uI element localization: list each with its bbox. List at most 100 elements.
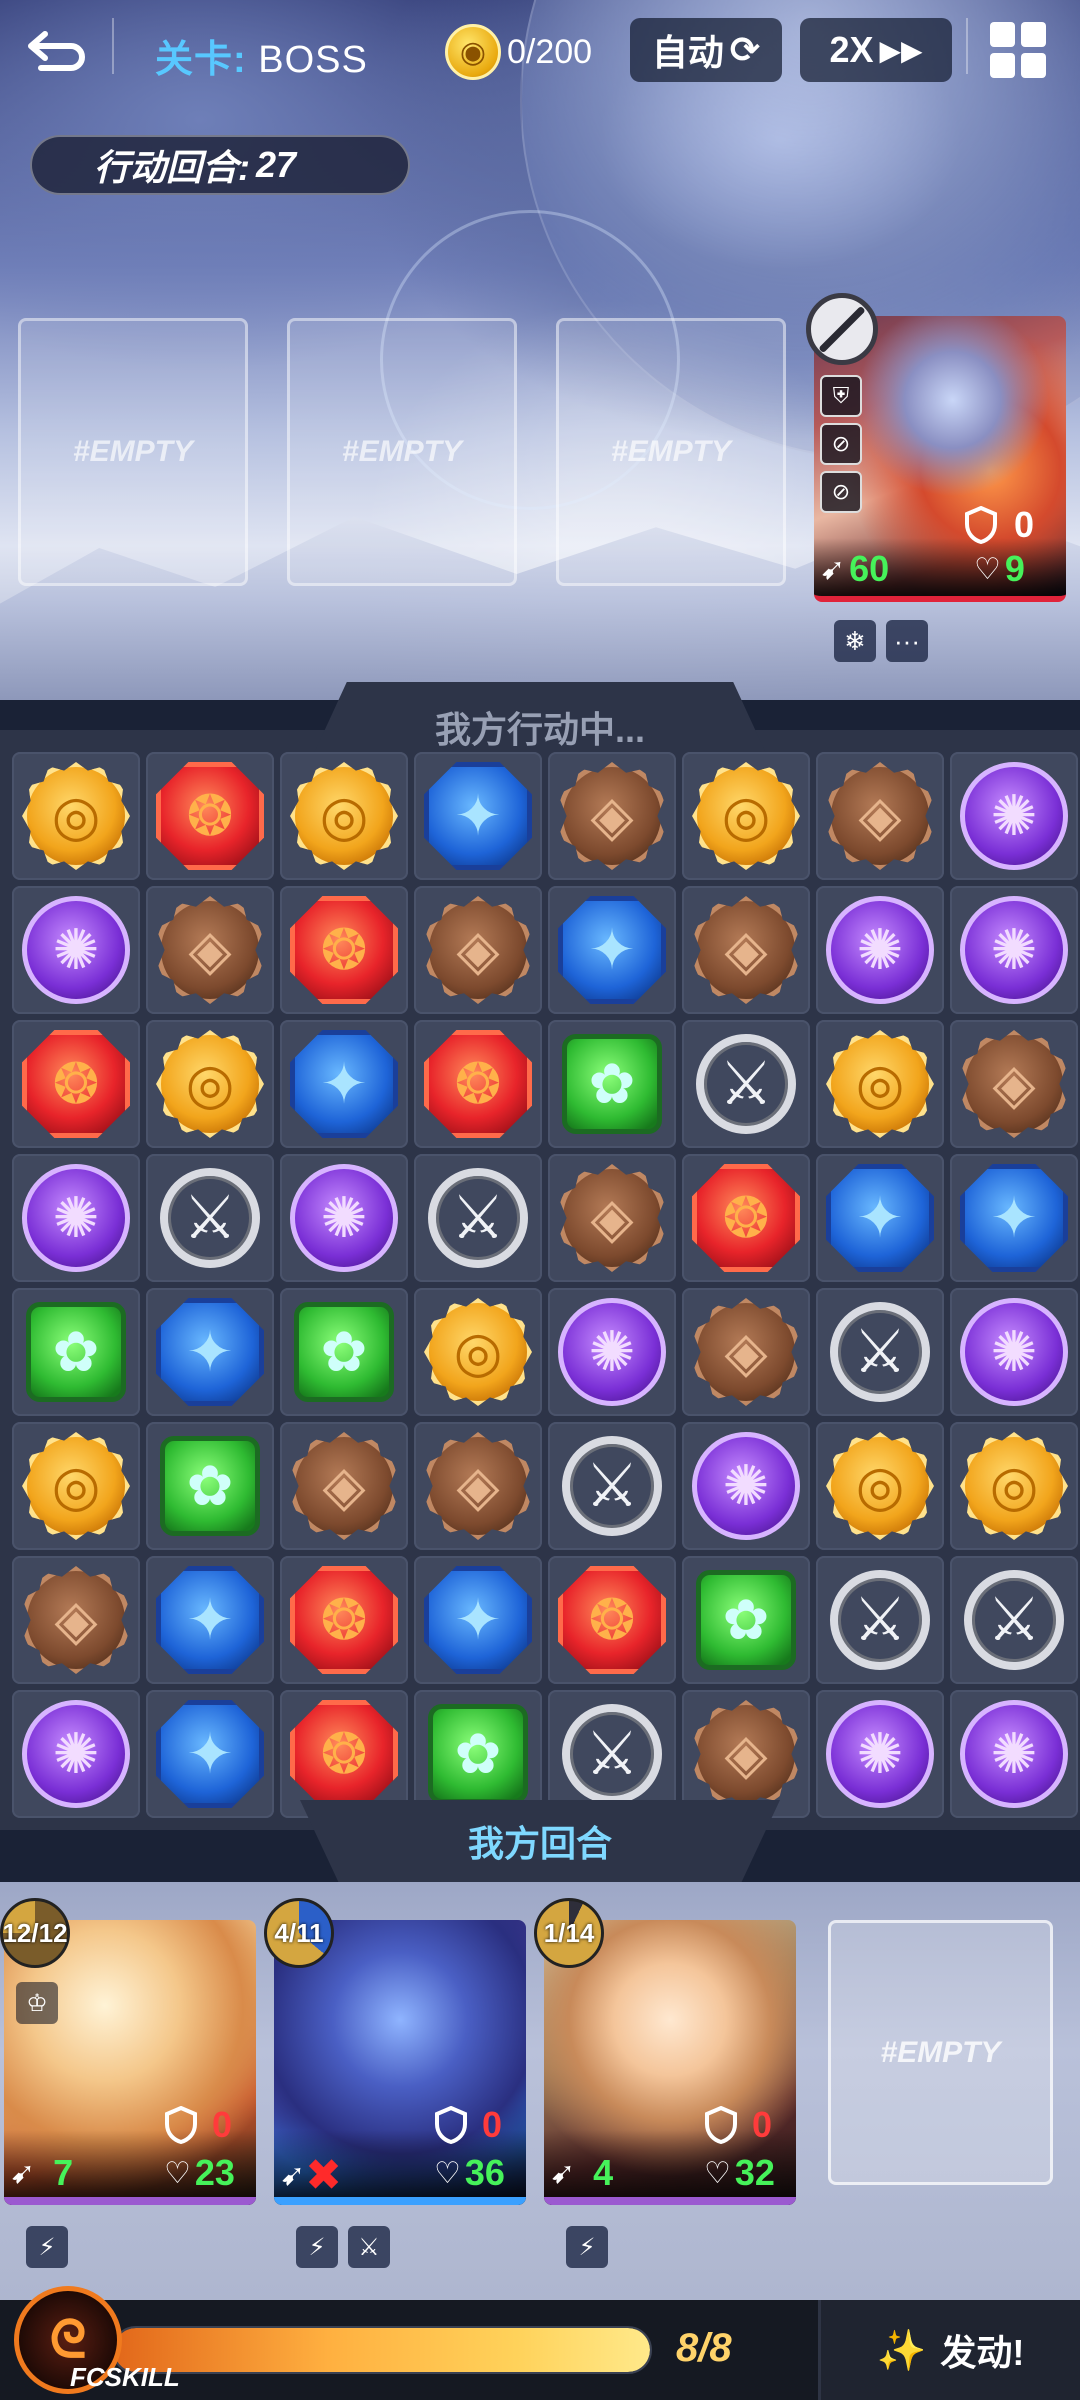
grid-menu-icon[interactable] xyxy=(990,22,1046,78)
board-cell[interactable]: ✺ xyxy=(950,886,1078,1014)
cooldown-badge: 1/14 xyxy=(534,1898,604,1968)
skill-energy-bar xyxy=(112,2326,652,2374)
water-gem-icon: ✦ xyxy=(156,1298,264,1406)
board-cell[interactable]: ◎ xyxy=(816,1422,944,1550)
board-cell[interactable]: ✺ xyxy=(950,1288,1078,1416)
board-cell[interactable]: ✿ xyxy=(682,1556,810,1684)
board-cell[interactable]: ◈ xyxy=(414,886,542,1014)
board-cell[interactable]: ◈ xyxy=(682,1288,810,1416)
board-cell[interactable]: ✦ xyxy=(414,1556,542,1684)
boss-shield-value: 0 xyxy=(1014,504,1035,545)
board-cell[interactable]: ⚔ xyxy=(548,1690,676,1818)
heart-icon: ♡ xyxy=(974,552,1001,586)
skill-icon[interactable]: ⚡ xyxy=(566,2226,608,2268)
board-cell[interactable]: ⚔ xyxy=(414,1154,542,1282)
water-gem-icon: ✦ xyxy=(156,1700,264,1808)
board-cell[interactable]: ✺ xyxy=(548,1288,676,1416)
board-cell[interactable]: ◈ xyxy=(414,1422,542,1550)
speed-button[interactable]: 2X ▶▶ xyxy=(800,18,952,82)
earth-gem-icon: ◈ xyxy=(558,1164,666,1272)
board-cell[interactable]: ◎ xyxy=(280,752,408,880)
auto-label: 自动 xyxy=(651,32,724,73)
board-cell[interactable]: ✺ xyxy=(12,1154,140,1282)
sun-gem-icon: ◎ xyxy=(22,762,130,870)
board-cell[interactable]: ⚔ xyxy=(816,1288,944,1416)
board-cell[interactable]: ◈ xyxy=(950,1020,1078,1148)
board-cell[interactable]: ◎ xyxy=(950,1422,1078,1550)
dark-gem-icon: ✺ xyxy=(22,896,130,1004)
boss-shield-stat: 0 xyxy=(964,504,1034,546)
hero-element-bar xyxy=(4,2197,256,2205)
board-cell[interactable]: ✺ xyxy=(950,1690,1078,1818)
board-cell[interactable]: ❂ xyxy=(548,1556,676,1684)
board-cell[interactable]: ⚔ xyxy=(548,1422,676,1550)
board-cell[interactable]: ✺ xyxy=(816,886,944,1014)
dark-gem-icon: ✺ xyxy=(22,1700,130,1808)
board-cell[interactable]: ◎ xyxy=(146,1020,274,1148)
board-cell[interactable]: ✦ xyxy=(816,1154,944,1282)
board-cell[interactable]: ✦ xyxy=(548,886,676,1014)
boss-status-icons: ⛨ ⊘ ⊘ xyxy=(820,375,862,513)
board-cell[interactable]: ❂ xyxy=(146,752,274,880)
board-cell[interactable]: ❂ xyxy=(414,1020,542,1148)
hero-slot-empty[interactable]: #EMPTY xyxy=(828,1920,1053,2185)
board-cell[interactable]: ✺ xyxy=(280,1154,408,1282)
board-cell[interactable]: ✦ xyxy=(146,1288,274,1416)
boot-icon: ➹ xyxy=(10,2156,36,2190)
board-cell[interactable]: ✺ xyxy=(682,1422,810,1550)
chat-icon[interactable]: ··· xyxy=(886,620,928,662)
board-cell[interactable]: ❂ xyxy=(280,1690,408,1818)
sword-skill-icon[interactable]: ⚔ xyxy=(348,2226,390,2268)
board-cell[interactable]: ✺ xyxy=(12,1690,140,1818)
back-button[interactable] xyxy=(22,22,92,82)
board-cell[interactable]: ◎ xyxy=(414,1288,542,1416)
board-cell[interactable]: ✿ xyxy=(146,1422,274,1550)
board-cell[interactable]: ◈ xyxy=(682,1690,810,1818)
hero-attack-stat: ➹ 7 xyxy=(10,2152,73,2194)
board-cell[interactable]: ⚔ xyxy=(146,1154,274,1282)
board-cell[interactable]: ◎ xyxy=(682,752,810,880)
shield-icon xyxy=(705,2106,737,2144)
board-cell[interactable]: ◈ xyxy=(548,752,676,880)
board-cell[interactable]: ✿ xyxy=(548,1020,676,1148)
board-cell[interactable]: ✺ xyxy=(950,752,1078,880)
board-cell[interactable]: ❂ xyxy=(12,1020,140,1148)
heart-icon: ♡ xyxy=(164,2156,191,2190)
board-cell[interactable]: ◈ xyxy=(12,1556,140,1684)
board-cell[interactable]: ⚔ xyxy=(682,1020,810,1148)
skill-icon[interactable]: ⚡ xyxy=(26,2226,68,2268)
back-arrow-icon xyxy=(28,31,85,71)
board-cell[interactable]: ◈ xyxy=(816,752,944,880)
earth-gem-icon: ◈ xyxy=(424,1432,532,1540)
board-cell[interactable]: ✿ xyxy=(280,1288,408,1416)
activate-skill-button[interactable]: ✨ 发动! xyxy=(818,2300,1080,2400)
board-cell[interactable]: ❂ xyxy=(682,1154,810,1282)
board-cell[interactable]: ◎ xyxy=(12,752,140,880)
auto-button[interactable]: 自动 ⟳ xyxy=(630,18,782,82)
board-cell[interactable]: ✦ xyxy=(280,1020,408,1148)
board-cell[interactable]: ◈ xyxy=(146,886,274,1014)
board-cell[interactable]: ◈ xyxy=(548,1154,676,1282)
board-cell[interactable]: ✦ xyxy=(146,1556,274,1684)
board-cell[interactable]: ⚔ xyxy=(950,1556,1078,1684)
board-cell[interactable]: ✦ xyxy=(146,1690,274,1818)
board-cell[interactable]: ◈ xyxy=(682,886,810,1014)
snowflake-icon[interactable]: ❄ xyxy=(834,620,876,662)
board-cell[interactable]: ❂ xyxy=(280,886,408,1014)
board-cell[interactable]: ◈ xyxy=(280,1422,408,1550)
board-cell[interactable]: ✿ xyxy=(12,1288,140,1416)
board-cell[interactable]: ⚔ xyxy=(816,1556,944,1684)
board-cell[interactable]: ✦ xyxy=(950,1154,1078,1282)
skill-icon[interactable]: ⚡ xyxy=(296,2226,338,2268)
coin-text: 0/200 xyxy=(507,32,593,71)
board-cell[interactable]: ◎ xyxy=(816,1020,944,1148)
water-gem-icon: ✦ xyxy=(424,762,532,870)
board-cell[interactable]: ✿ xyxy=(414,1690,542,1818)
board-cell[interactable]: ✦ xyxy=(414,752,542,880)
board-cell[interactable]: ✺ xyxy=(816,1690,944,1818)
nature-gem-icon: ✿ xyxy=(696,1570,796,1670)
board-cell[interactable]: ◎ xyxy=(12,1422,140,1550)
board-cell[interactable]: ✺ xyxy=(12,886,140,1014)
board-cell[interactable]: ❂ xyxy=(280,1556,408,1684)
sun-gem-icon: ◎ xyxy=(826,1432,934,1540)
